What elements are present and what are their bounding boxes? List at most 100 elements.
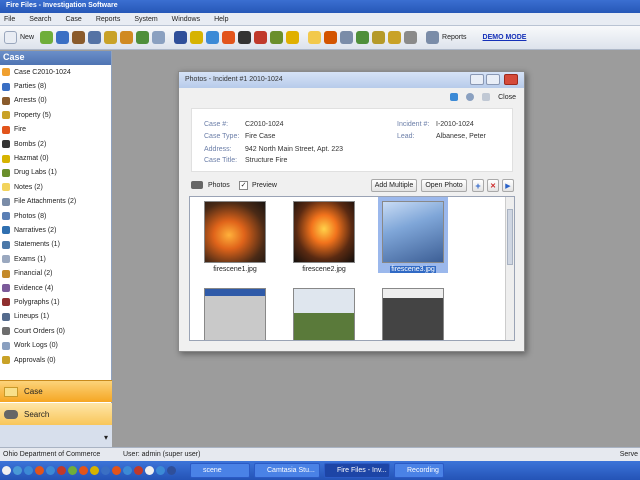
- quicklaunch-icon[interactable]: [57, 466, 66, 475]
- sidebar-item[interactable]: Hazmat (0): [0, 151, 111, 165]
- sidebar-item[interactable]: Fire: [0, 123, 111, 137]
- save-icon[interactable]: [450, 93, 459, 101]
- money-icon[interactable]: [286, 31, 300, 44]
- new-button[interactable]: New: [20, 34, 34, 41]
- fire-icon[interactable]: [222, 31, 236, 44]
- menu-search[interactable]: Search: [29, 16, 51, 23]
- taskbar-item[interactable]: Fire Files - Inv...: [324, 463, 390, 478]
- quicklaunch-icon[interactable]: [35, 466, 44, 475]
- window-close-button[interactable]: [504, 74, 518, 85]
- sidebar-item[interactable]: Property (5): [0, 108, 111, 122]
- sidebar-item[interactable]: Polygraphs (1): [0, 295, 111, 309]
- minimize-button[interactable]: [470, 74, 484, 85]
- menu-windows[interactable]: Windows: [172, 16, 200, 23]
- photo-thumbnail[interactable]: [382, 201, 444, 263]
- add-multiple-button[interactable]: Add Multiple: [371, 179, 417, 192]
- quicklaunch-icon[interactable]: [24, 466, 33, 475]
- taskbar-item[interactable]: scene: [190, 463, 250, 478]
- sidebar-item[interactable]: Parties (8): [0, 79, 111, 93]
- chevron-down-icon[interactable]: ▾: [104, 433, 108, 442]
- quicklaunch-icon[interactable]: [145, 466, 154, 475]
- pencil-icon[interactable]: [308, 31, 322, 44]
- quicklaunch-icon[interactable]: [90, 466, 99, 475]
- sidebar-item[interactable]: File Attachments (2): [0, 195, 111, 209]
- photo-thumbnail[interactable]: [293, 288, 355, 340]
- menu-reports[interactable]: Reports: [96, 16, 121, 23]
- menu-file[interactable]: File: [4, 16, 15, 23]
- open-icon[interactable]: [40, 31, 54, 44]
- open-photo-button[interactable]: Open Photo: [421, 179, 467, 192]
- gallery-scrollbar[interactable]: [505, 197, 514, 340]
- quicklaunch-icon[interactable]: [112, 466, 121, 475]
- arrest-icon[interactable]: [72, 31, 86, 44]
- handcuffs-icon[interactable]: [404, 31, 418, 44]
- maximize-button[interactable]: [486, 74, 500, 85]
- add-icon[interactable]: +: [472, 179, 484, 192]
- refresh-icon[interactable]: [482, 93, 491, 101]
- chart-icon[interactable]: [356, 31, 370, 44]
- sidebar-item[interactable]: Financial (2): [0, 266, 111, 280]
- quicklaunch-icon[interactable]: [134, 466, 143, 475]
- taskbar-item[interactable]: Camtasia Stu...: [254, 463, 320, 478]
- nav-case-button[interactable]: Case: [0, 380, 112, 402]
- person-icon[interactable]: [174, 31, 188, 44]
- grid-icon[interactable]: [88, 31, 102, 44]
- quicklaunch-icon[interactable]: [13, 466, 22, 475]
- dialog-close-button[interactable]: Close: [498, 94, 516, 101]
- quicklaunch-icon[interactable]: [68, 466, 77, 475]
- document-icon[interactable]: [340, 31, 354, 44]
- quicklaunch-icon[interactable]: [2, 466, 11, 475]
- quicklaunch-icon[interactable]: [156, 466, 165, 475]
- taskbar-item[interactable]: Recording: [394, 463, 444, 478]
- quicklaunch-icon[interactable]: [79, 466, 88, 475]
- sidebar-item[interactable]: Case C2010-1024: [0, 65, 111, 79]
- preview-label[interactable]: Preview: [252, 182, 277, 189]
- quicklaunch-icon[interactable]: [167, 466, 176, 475]
- preview-checkbox[interactable]: ✓: [239, 181, 248, 190]
- quicklaunch-icon[interactable]: [123, 466, 132, 475]
- sidebar-item[interactable]: Exams (1): [0, 252, 111, 266]
- tools-icon[interactable]: [372, 31, 386, 44]
- sidebar-item[interactable]: Evidence (4): [0, 281, 111, 295]
- demo-mode-link[interactable]: DEMO MODE: [483, 34, 527, 41]
- sidebar-item[interactable]: Bombs (2): [0, 137, 111, 151]
- drug-lab-icon[interactable]: [270, 31, 284, 44]
- reports-icon[interactable]: [426, 31, 440, 44]
- keys-icon[interactable]: [388, 31, 402, 44]
- globe-icon[interactable]: [206, 31, 220, 44]
- property-icon[interactable]: [104, 31, 118, 44]
- gear-icon[interactable]: [152, 31, 166, 44]
- sidebar-item[interactable]: Approvals (0): [0, 353, 111, 367]
- photo-thumbnail[interactable]: [382, 288, 444, 340]
- officer-icon[interactable]: [324, 31, 338, 44]
- next-icon[interactable]: ▶: [502, 179, 514, 192]
- sidebar-item[interactable]: Drug Labs (1): [0, 166, 111, 180]
- photo-thumbnail[interactable]: [204, 288, 266, 340]
- nav-overflow[interactable]: ▾: [0, 425, 112, 447]
- sidebar-item[interactable]: Lineups (1): [0, 310, 111, 324]
- photo-thumbnail[interactable]: [204, 201, 266, 263]
- reports-button[interactable]: Reports: [442, 34, 467, 41]
- menu-case[interactable]: Case: [65, 16, 81, 23]
- menu-system[interactable]: System: [134, 16, 157, 23]
- scroll-thumb[interactable]: [507, 209, 513, 265]
- sidebar-item[interactable]: Photos (8): [0, 209, 111, 223]
- nav-search-button[interactable]: Search: [0, 403, 112, 425]
- menu-help[interactable]: Help: [214, 16, 228, 23]
- sidebar-item[interactable]: Arrests (0): [0, 94, 111, 108]
- hazmat-icon[interactable]: [190, 31, 204, 44]
- settings-icon[interactable]: [466, 93, 475, 101]
- sidebar-item[interactable]: Court Orders (0): [0, 324, 111, 338]
- sidebar-item[interactable]: Work Logs (0): [0, 338, 111, 352]
- delete-icon[interactable]: ✕: [487, 179, 499, 192]
- quicklaunch-icon[interactable]: [46, 466, 55, 475]
- sidebar-item[interactable]: Narratives (2): [0, 223, 111, 237]
- vehicle-icon[interactable]: [136, 31, 150, 44]
- photo-thumbnail[interactable]: [293, 201, 355, 263]
- badge-icon[interactable]: [254, 31, 268, 44]
- bomb-icon[interactable]: [238, 31, 252, 44]
- new-icon[interactable]: [4, 31, 17, 44]
- sidebar-item[interactable]: Statements (1): [0, 238, 111, 252]
- box-icon[interactable]: [120, 31, 134, 44]
- quicklaunch-icon[interactable]: [101, 466, 110, 475]
